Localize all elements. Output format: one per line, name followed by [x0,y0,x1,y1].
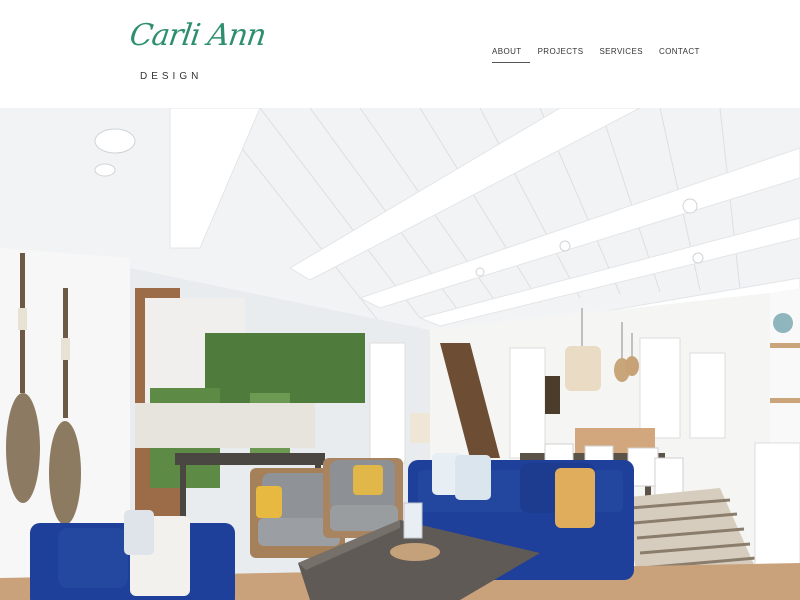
brand-logo[interactable]: Carli Ann DESIGN [128,16,268,88]
hero-image [0,108,800,600]
nav-projects[interactable]: PROJECTS [530,47,592,63]
logo-script-text: Carli Ann [127,18,268,53]
site-header: Carli Ann DESIGN ABOUT PROJECTS SERVICES… [0,0,800,108]
logo-subtitle: DESIGN [140,71,203,82]
nav-contact[interactable]: CONTACT [651,47,708,63]
nav-about[interactable]: ABOUT [492,47,530,63]
main-nav: ABOUT PROJECTS SERVICES CONTACT [492,47,708,63]
nav-services[interactable]: SERVICES [591,47,651,63]
hero-living-room-illustration [0,108,800,600]
